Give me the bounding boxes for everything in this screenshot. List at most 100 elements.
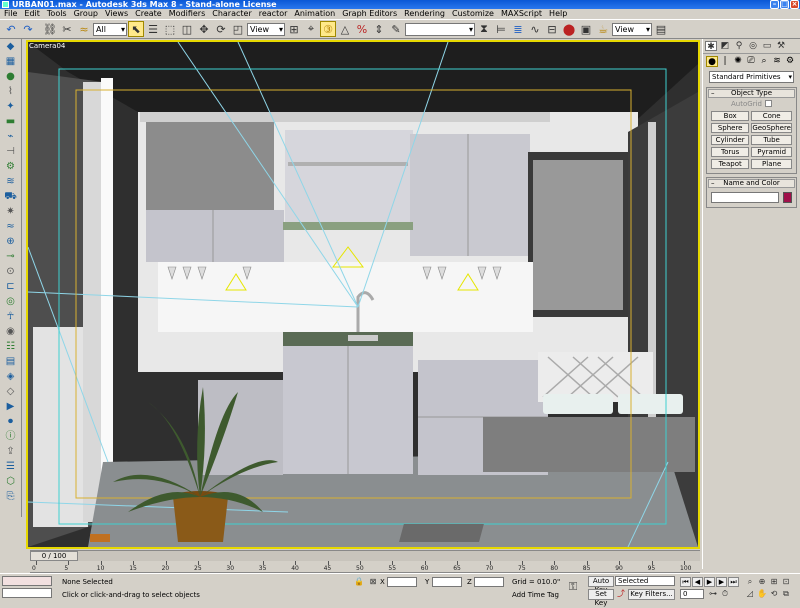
menu-tools[interactable]: Tools bbox=[47, 9, 67, 19]
auto-key-button[interactable]: Auto Key bbox=[588, 576, 614, 594]
viewport-label[interactable]: Camera04 bbox=[29, 42, 65, 50]
reactor-analyze-icon[interactable]: ◈ bbox=[2, 370, 20, 384]
zoom-extents-all-icon[interactable]: ⊡ bbox=[781, 577, 791, 587]
reactor-preview-icon[interactable]: ▶ bbox=[2, 400, 20, 414]
render-scene-icon[interactable]: ▣ bbox=[578, 21, 594, 37]
cone-button[interactable]: Cone bbox=[751, 111, 792, 121]
zoom-all-icon[interactable]: ⊕ bbox=[757, 577, 767, 587]
time-slider[interactable]: 0 / 100 bbox=[30, 551, 78, 561]
menu-group[interactable]: Group bbox=[74, 9, 98, 19]
minimize-button[interactable]: – bbox=[770, 0, 779, 9]
set-key-button[interactable]: Set Key bbox=[588, 589, 614, 607]
object-type-title[interactable]: Object Type bbox=[708, 89, 795, 98]
torus-button[interactable]: Torus bbox=[711, 147, 750, 157]
redo-icon[interactable]: ↷ bbox=[20, 21, 36, 37]
object-name-field[interactable] bbox=[711, 192, 779, 203]
render-last-icon[interactable]: ▤ bbox=[653, 21, 669, 37]
reactor-rigid-body-icon[interactable]: ◆ bbox=[2, 40, 20, 54]
object-color-swatch[interactable] bbox=[783, 192, 792, 203]
track-bar[interactable]: 0 5 10 15 20 25 30 35 40 45 50 55 60 65 70 75 80 85 90 95 10… bbox=[30, 561, 700, 573]
reactor-hinge-icon[interactable]: ⊸ bbox=[2, 250, 20, 264]
curve-editor-icon[interactable]: ∿ bbox=[527, 21, 543, 37]
rectangular-selection-icon[interactable]: ⬚ bbox=[162, 21, 178, 37]
reactor-soft-body-icon[interactable]: ● bbox=[2, 70, 20, 84]
sphere-button[interactable]: Sphere bbox=[711, 123, 750, 133]
time-slider-track[interactable]: 0 / 100 bbox=[30, 550, 700, 561]
menu-create[interactable]: Create bbox=[135, 9, 162, 19]
helpers-icon[interactable]: ⌕ bbox=[758, 56, 770, 67]
quick-render-icon[interactable]: ☕ bbox=[595, 21, 611, 37]
space-warps-icon[interactable]: ≋ bbox=[771, 56, 783, 67]
motion-tab-icon[interactable]: ◎ bbox=[747, 41, 759, 51]
cylinder-button[interactable]: Cylinder bbox=[711, 135, 750, 145]
tube-button[interactable]: Tube bbox=[751, 135, 792, 145]
reactor-wind-icon[interactable]: ≋ bbox=[2, 175, 20, 189]
key-icon[interactable]: ⚿ bbox=[568, 581, 578, 592]
arc-rotate-icon[interactable]: ⟲ bbox=[769, 589, 779, 599]
reactor-property-editor-icon[interactable]: ▤ bbox=[2, 355, 20, 369]
reactor-ragdoll-icon[interactable]: ☥ bbox=[2, 310, 20, 324]
menu-edit[interactable]: Edit bbox=[24, 9, 40, 19]
menu-file[interactable]: File bbox=[4, 9, 17, 19]
menu-graph-editors[interactable]: Graph Editors bbox=[342, 9, 397, 19]
maximize-button[interactable]: □ bbox=[780, 0, 789, 9]
menu-modifiers[interactable]: Modifiers bbox=[169, 9, 206, 19]
named-selection-sets-field[interactable] bbox=[405, 22, 475, 36]
reactor-mesh-icon[interactable]: ⬡ bbox=[2, 475, 20, 489]
spinner-snap-icon[interactable]: ⇕ bbox=[371, 21, 387, 37]
unlink-icon[interactable]: ✂ bbox=[59, 21, 75, 37]
reactor-fracture-icon[interactable]: ✷ bbox=[2, 205, 20, 219]
box-button[interactable]: Box bbox=[711, 111, 750, 121]
y-coordinate-field[interactable] bbox=[432, 577, 462, 587]
field-of-view-icon[interactable]: ◿ bbox=[745, 589, 755, 599]
reactor-cloth-icon[interactable]: ▦ bbox=[2, 55, 20, 69]
reactor-about-icon[interactable]: ⓘ bbox=[2, 430, 20, 444]
zoom-extents-icon[interactable]: ⊞ bbox=[769, 577, 779, 587]
menu-reactor[interactable]: reactor bbox=[259, 9, 288, 19]
select-and-link-icon[interactable]: ⛓ bbox=[42, 21, 58, 37]
reactor-ball-socket-icon[interactable]: ◉ bbox=[2, 325, 20, 339]
lock-selection-icon[interactable]: 🔒 bbox=[354, 577, 364, 587]
selection-filter-dropdown[interactable]: All bbox=[93, 22, 127, 36]
reactor-export-icon[interactable]: ⇪ bbox=[2, 445, 20, 459]
x-coordinate-field[interactable] bbox=[387, 577, 417, 587]
menu-help[interactable]: Help bbox=[549, 9, 567, 19]
camera-viewport[interactable]: Camera04 bbox=[26, 40, 700, 549]
default-in-out-tangents-icon[interactable]: ⤴ bbox=[616, 589, 626, 599]
reactor-convexity-icon[interactable]: ◇ bbox=[2, 385, 20, 399]
cameras-icon[interactable]: ⎚ bbox=[745, 56, 757, 67]
key-mode-dropdown[interactable]: Selected bbox=[615, 576, 675, 586]
maxscript-output-field[interactable] bbox=[2, 588, 52, 598]
select-and-manipulate-icon[interactable]: ⌖ bbox=[303, 21, 319, 37]
schematic-view-icon[interactable]: ⊟ bbox=[544, 21, 560, 37]
shapes-icon[interactable]: ❘ bbox=[719, 56, 731, 67]
modify-tab-icon[interactable]: ◩ bbox=[719, 41, 731, 51]
geosphere-button[interactable]: GeoSphere bbox=[751, 123, 792, 133]
key-mode-toggle-icon[interactable]: ⊶ bbox=[708, 589, 718, 599]
go-to-start-icon[interactable]: ⏮ bbox=[680, 577, 691, 587]
reactor-motor-icon[interactable]: ⚙ bbox=[2, 160, 20, 174]
name-and-color-title[interactable]: Name and Color bbox=[708, 179, 795, 188]
current-frame-field[interactable]: 0 bbox=[680, 589, 704, 599]
geometry-icon[interactable]: ● bbox=[706, 56, 718, 67]
material-editor-icon[interactable]: ⬤ bbox=[561, 21, 577, 37]
reactor-point-icon[interactable]: ⊙ bbox=[2, 265, 20, 279]
reactor-spring-icon[interactable]: ⌁ bbox=[2, 130, 20, 144]
autogrid-checkbox[interactable] bbox=[764, 100, 772, 107]
go-to-end-icon[interactable]: ⏭ bbox=[728, 577, 739, 587]
menu-character[interactable]: Character bbox=[212, 9, 252, 19]
reactor-fracture-list-icon[interactable]: ☷ bbox=[2, 340, 20, 354]
time-configuration-icon[interactable]: ⏱ bbox=[720, 589, 730, 599]
reactor-prismatic-icon[interactable]: ⊏ bbox=[2, 280, 20, 294]
pyramid-button[interactable]: Pyramid bbox=[751, 147, 792, 157]
key-filters-button[interactable]: Key Filters... bbox=[628, 589, 675, 600]
reactor-constraint-icon[interactable]: ⊕ bbox=[2, 235, 20, 249]
hierarchy-tab-icon[interactable]: ⚲ bbox=[733, 41, 745, 51]
menu-rendering[interactable]: Rendering bbox=[404, 9, 445, 19]
reactor-dashpot-icon[interactable]: ⊣ bbox=[2, 145, 20, 159]
teapot-button[interactable]: Teapot bbox=[711, 159, 750, 169]
reactor-deforming-icon[interactable]: ✦ bbox=[2, 100, 20, 114]
edit-named-selection-icon[interactable]: ✎ bbox=[388, 21, 404, 37]
utilities-tab-icon[interactable]: ⚒ bbox=[775, 41, 787, 51]
create-tab-icon[interactable]: ✱ bbox=[705, 41, 717, 52]
